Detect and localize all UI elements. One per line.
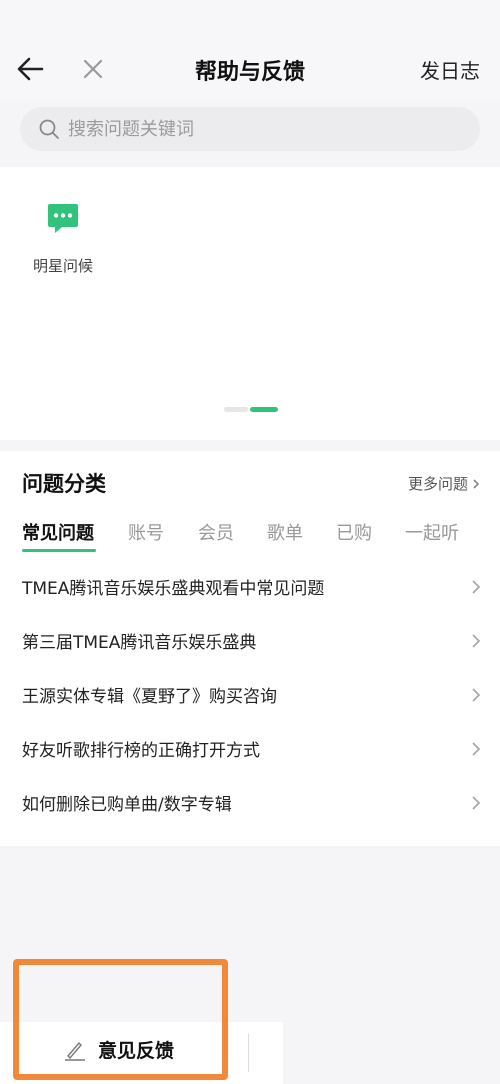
category-tabs: 常见问题 账号 会员 歌单 已购 一起听 bbox=[22, 519, 492, 555]
page-indicator bbox=[224, 407, 278, 412]
tab-listen-together[interactable]: 一起听 bbox=[405, 519, 459, 545]
chevron-right-icon bbox=[473, 478, 480, 489]
chevron-right-icon bbox=[472, 580, 481, 594]
bottom-action-bar: 意见反馈 bbox=[0, 1022, 283, 1084]
chevron-right-icon bbox=[472, 796, 481, 810]
faq-item-text: 第三届TMEA腾讯音乐娱乐盛典 bbox=[22, 632, 257, 653]
tab-purchased[interactable]: 已购 bbox=[336, 519, 372, 545]
faq-item[interactable]: 第三届TMEA腾讯音乐娱乐盛典 bbox=[0, 613, 500, 667]
page-dot-active bbox=[250, 407, 278, 412]
faq-item-text: 王源实体专辑《夏野了》购买咨询 bbox=[22, 686, 277, 707]
faq-item[interactable]: 好友听歌排行榜的正确打开方式 bbox=[0, 721, 500, 775]
page-dot bbox=[224, 407, 248, 412]
back-arrow-icon[interactable] bbox=[14, 52, 48, 86]
chevron-right-icon bbox=[472, 688, 481, 702]
section-title: 问题分类 bbox=[22, 472, 106, 496]
tab-vip[interactable]: 会员 bbox=[198, 519, 234, 545]
send-log-button[interactable]: 发日志 bbox=[420, 55, 480, 84]
shortcut-star-greeting[interactable]: 明星问候 bbox=[20, 201, 106, 276]
active-tab-indicator bbox=[22, 549, 96, 552]
shortcut-panel: 明星问候 bbox=[0, 167, 500, 440]
faq-item[interactable]: TMEA腾讯音乐娱乐盛典观看中常见问题 bbox=[0, 559, 500, 613]
faq-item-text: 如何删除已购单曲/数字专辑 bbox=[22, 794, 232, 815]
faq-item[interactable]: 王源实体专辑《夏野了》购买咨询 bbox=[0, 667, 500, 721]
tab-common[interactable]: 常见问题 bbox=[22, 519, 94, 545]
feedback-button[interactable]: 意见反馈 bbox=[62, 1036, 174, 1063]
search-bar[interactable] bbox=[20, 107, 480, 151]
chevron-right-icon bbox=[472, 742, 481, 756]
faq-item[interactable]: 如何删除已购单曲/数字专辑 bbox=[0, 775, 500, 829]
pen-icon bbox=[65, 1041, 85, 1061]
feedback-label: 意见反馈 bbox=[98, 1040, 175, 1062]
search-input[interactable] bbox=[68, 118, 448, 140]
header: 帮助与反馈 发日志 bbox=[0, 0, 500, 100]
close-icon[interactable] bbox=[80, 56, 106, 82]
more-questions-link[interactable]: 更多问题 bbox=[408, 473, 482, 494]
question-category-section: 问题分类 更多问题 常见问题 账号 会员 歌单 已购 一起听 TMEA腾讯音乐娱… bbox=[0, 451, 500, 846]
faq-item-text: TMEA腾讯音乐娱乐盛典观看中常见问题 bbox=[22, 578, 325, 599]
search-icon bbox=[39, 119, 59, 139]
chevron-right-icon bbox=[472, 634, 481, 648]
shortcut-label: 明星问候 bbox=[32, 257, 93, 275]
chat-bubble-icon bbox=[48, 204, 78, 233]
divider bbox=[248, 1034, 249, 1072]
tab-playlist[interactable]: 歌单 bbox=[267, 519, 303, 545]
more-questions-label: 更多问题 bbox=[407, 475, 468, 493]
faq-item-text: 好友听歌排行榜的正确打开方式 bbox=[22, 740, 260, 761]
tab-account[interactable]: 账号 bbox=[128, 519, 164, 545]
faq-list: TMEA腾讯音乐娱乐盛典观看中常见问题 第三届TMEA腾讯音乐娱乐盛典 王源实体… bbox=[0, 559, 500, 829]
